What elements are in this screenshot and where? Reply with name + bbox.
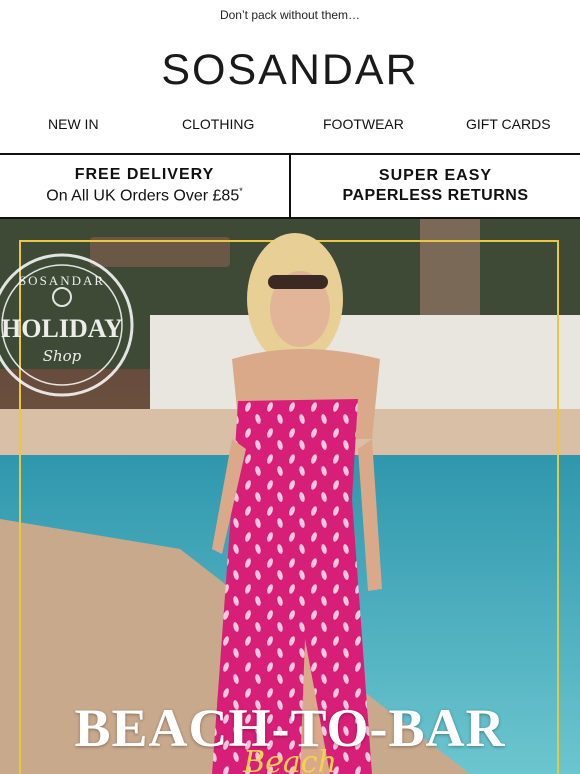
hero-banner[interactable]: SOSANDAR HOLIDAY Shop BEACH-TO-BAR Beach xyxy=(0,219,580,774)
badge-shop-text: Shop xyxy=(43,347,82,365)
sunglasses xyxy=(268,275,328,289)
easy-returns-banner[interactable]: SUPER EASY PAPERLESS RETURNS xyxy=(291,155,580,217)
nav-footwear[interactable]: FOOTWEAR xyxy=(323,116,404,132)
nav-clothing[interactable]: CLOTHING xyxy=(182,116,254,132)
free-delivery-banner[interactable]: FREE DELIVERY On All UK Orders Over £85* xyxy=(0,155,291,217)
hero-script-text: Beach xyxy=(243,745,337,774)
easy-returns-heading: SUPER EASY xyxy=(378,167,493,184)
promo-bar: FREE DELIVERY On All UK Orders Over £85*… xyxy=(0,153,580,219)
easy-returns-subtext: PAPERLESS RETURNS xyxy=(342,187,529,204)
nav-gift-cards[interactable]: GIFT CARDS xyxy=(466,116,551,132)
free-delivery-subtext: On All UK Orders Over £85* xyxy=(0,186,289,205)
free-delivery-threshold: On All UK Orders Over £85 xyxy=(46,187,240,205)
free-delivery-heading: FREE DELIVERY xyxy=(74,166,215,184)
main-nav: NEW IN CLOTHING FOOTWEAR GIFT CARDS xyxy=(0,108,580,140)
holiday-shop-badge: SOSANDAR HOLIDAY Shop xyxy=(0,253,134,397)
brand-logo[interactable]: SOSANDAR xyxy=(0,44,580,96)
badge-holiday-text: HOLIDAY xyxy=(1,314,123,343)
badge-brand-text: SOSANDAR xyxy=(19,273,105,288)
preheader-text: Don’t pack without them… xyxy=(219,8,361,22)
nav-new-in[interactable]: NEW IN xyxy=(48,116,99,132)
footnote-mark: * xyxy=(239,186,243,197)
